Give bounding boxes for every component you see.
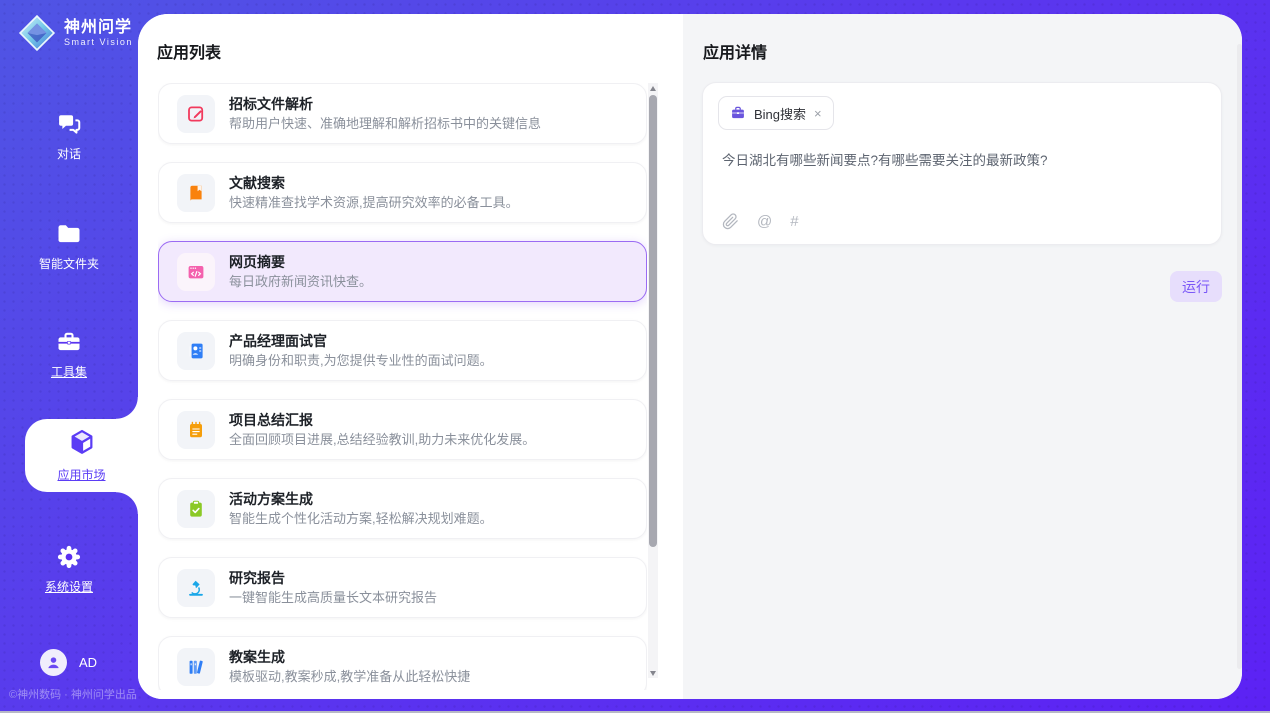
run-button[interactable]: 运行 (1170, 271, 1222, 302)
icon-tile (177, 648, 215, 686)
paperclip-icon[interactable] (722, 213, 739, 230)
pencil-square-icon (186, 104, 206, 124)
detail-scroll-track[interactable] (1237, 44, 1242, 669)
scrollbar-thumb[interactable] (649, 95, 657, 547)
app-card-description: 每日政府新闻资讯快查。 (229, 274, 372, 290)
app-detail-title: 应用详情 (703, 39, 767, 63)
interviewer-doc-icon (186, 341, 206, 361)
app-card-title: 研究报告 (229, 569, 437, 587)
at-icon[interactable]: @ (757, 213, 772, 230)
icon-tile (177, 490, 215, 528)
tool-chip-label: Bing搜索 (754, 104, 806, 123)
window-bottom-edge (0, 711, 1270, 713)
app-card-description: 全面回顾项目进展,总结经验教训,助力未来优化发展。 (229, 432, 535, 448)
sidebar-item-label: 系统设置 (0, 578, 138, 595)
diamond-logo-icon (18, 14, 56, 52)
user-account[interactable]: AD (40, 649, 97, 676)
app-detail-panel: 应用详情 Bing搜索 × 今日湖北有哪些新闻要点?有哪些需要关注的最新政策? (683, 14, 1242, 699)
app-card-title: 项目总结汇报 (229, 411, 535, 429)
app-card-title: 产品经理面试官 (229, 332, 493, 350)
scroll-up-icon[interactable] (648, 83, 658, 93)
notepad-icon (186, 420, 206, 440)
browser-code-icon (186, 262, 206, 282)
person-icon (45, 654, 62, 671)
sidebar-item-app-market[interactable]: 应用市场 (25, 419, 138, 492)
sidebar-item-label: 智能文件夹 (0, 255, 138, 272)
app-card-description: 帮助用户快速、准确地理解和解析招标书中的关键信息 (229, 116, 541, 132)
gear-icon (55, 543, 83, 571)
icon-tile (177, 253, 215, 291)
app-card-lesson-plan[interactable]: 教案生成 模板驱动,教案秒成,教学准备从此轻松快捷 (158, 636, 647, 690)
app-card-description: 一键智能生成高质量长文本研究报告 (229, 590, 437, 606)
sidebar-item-label: 对话 (0, 145, 138, 162)
cube-icon (68, 428, 96, 456)
avatar (40, 649, 67, 676)
icon-tile (177, 332, 215, 370)
app-card-title: 活动方案生成 (229, 490, 493, 508)
toolbox-icon (55, 328, 83, 356)
app-card-research-report[interactable]: 研究报告 一键智能生成高质量长文本研究报告 (158, 557, 647, 618)
chat-icon (55, 110, 83, 138)
icon-tile (177, 569, 215, 607)
sidebar: 神州问学 Smart Vision 对话 智能文件夹 (0, 0, 138, 711)
app-card-bid-parsing[interactable]: 招标文件解析 帮助用户快速、准确地理解和解析招标书中的关键信息 (158, 83, 647, 144)
app-card-title: 网页摘要 (229, 253, 372, 271)
copyright-text: ©神州数码 · 神州问学出品 (9, 686, 137, 702)
microscope-icon (186, 578, 206, 598)
hash-icon[interactable]: # (790, 213, 798, 230)
brand-subtitle: Smart Vision (64, 37, 133, 47)
sidebar-item-label: 工具集 (0, 363, 138, 380)
main-content: 应用列表 招标文件解析 帮助用户快速、准确地理解和解析招标书中的关键信息 (138, 14, 1242, 699)
books-icon (186, 657, 206, 677)
tool-chip-bing-search[interactable]: Bing搜索 × (718, 96, 834, 130)
list-scrollbar[interactable] (648, 83, 658, 678)
app-card-title: 教案生成 (229, 648, 470, 666)
book-icon (186, 183, 206, 203)
app-card-web-summary[interactable]: 网页摘要 每日政府新闻资讯快查。 (158, 241, 647, 302)
sidebar-item-label: 应用市场 (25, 466, 138, 483)
app-card-title: 文献搜索 (229, 174, 519, 192)
attachment-toolbar: @ # (722, 213, 799, 230)
briefcase-icon (730, 105, 746, 121)
app-window: 神州问学 Smart Vision 对话 智能文件夹 (0, 0, 1270, 714)
chip-close-icon[interactable]: × (814, 107, 822, 120)
brand-title: 神州问学 (64, 19, 133, 37)
app-list-panel: 应用列表 招标文件解析 帮助用户快速、准确地理解和解析招标书中的关键信息 (138, 14, 683, 699)
app-card-description: 智能生成个性化活动方案,轻松解决规划难题。 (229, 511, 493, 527)
sidebar-item-settings[interactable]: 系统设置 (0, 543, 138, 595)
app-card-description: 模板驱动,教案秒成,教学准备从此轻松快捷 (229, 669, 470, 685)
app-card-description: 明确身份和职责,为您提供专业性的面试问题。 (229, 353, 493, 369)
app-card-pm-interviewer[interactable]: 产品经理面试官 明确身份和职责,为您提供专业性的面试问题。 (158, 320, 647, 381)
clipboard-check-icon (186, 499, 206, 519)
app-card-project-summary[interactable]: 项目总结汇报 全面回顾项目进展,总结经验教训,助力未来优化发展。 (158, 399, 647, 460)
query-text-input[interactable]: 今日湖北有哪些新闻要点?有哪些需要关注的最新政策? (722, 151, 1201, 170)
sidebar-item-toolset[interactable]: 工具集 (0, 328, 138, 380)
folder-icon (55, 220, 83, 248)
sidebar-item-smart-folder[interactable]: 智能文件夹 (0, 220, 138, 272)
user-name: AD (79, 655, 97, 670)
scroll-down-icon[interactable] (648, 668, 658, 678)
sidebar-item-chat[interactable]: 对话 (0, 110, 138, 162)
icon-tile (177, 174, 215, 212)
app-card-literature-search[interactable]: 文献搜索 快速精准查找学术资源,提高研究效率的必备工具。 (158, 162, 647, 223)
prompt-input-card[interactable]: Bing搜索 × 今日湖北有哪些新闻要点?有哪些需要关注的最新政策? @ # (702, 82, 1222, 245)
brand-logo: 神州问学 Smart Vision (18, 14, 133, 52)
app-card-title: 招标文件解析 (229, 95, 541, 113)
icon-tile (177, 411, 215, 449)
app-list-title: 应用列表 (157, 39, 221, 63)
app-card-event-plan[interactable]: 活动方案生成 智能生成个性化活动方案,轻松解决规划难题。 (158, 478, 647, 539)
icon-tile (177, 95, 215, 133)
app-card-list: 招标文件解析 帮助用户快速、准确地理解和解析招标书中的关键信息 文献搜索 快速精… (158, 83, 647, 690)
app-card-description: 快速精准查找学术资源,提高研究效率的必备工具。 (229, 195, 519, 211)
